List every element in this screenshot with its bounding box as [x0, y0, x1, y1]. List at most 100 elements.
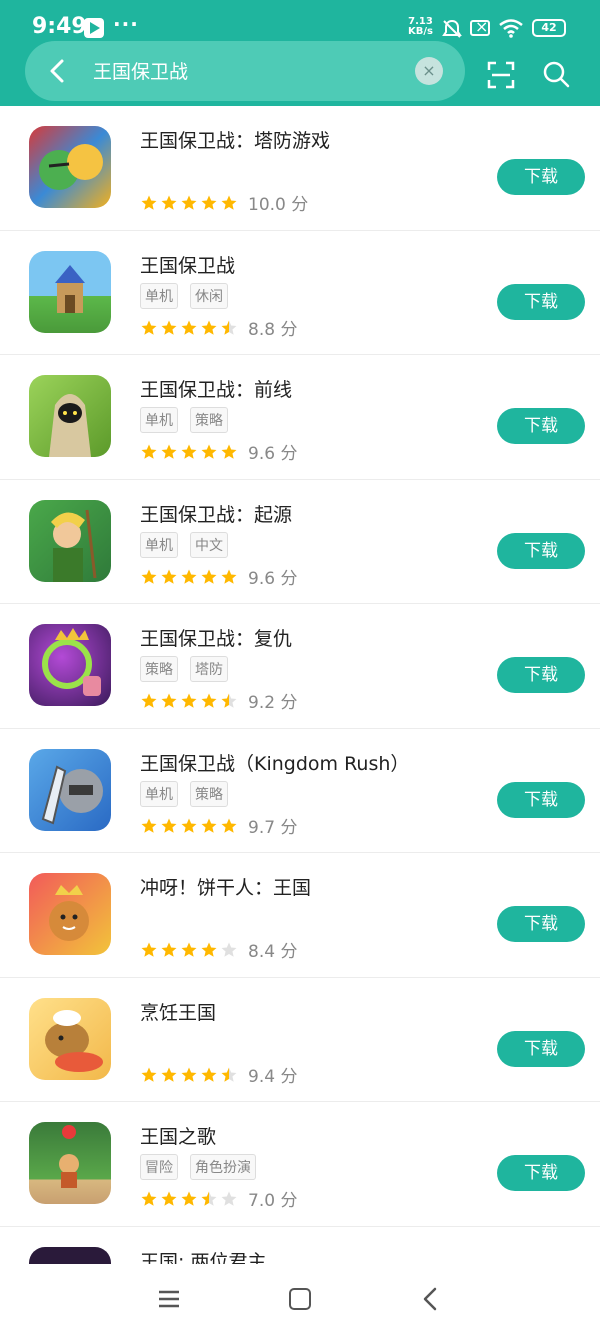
close-icon[interactable]: ×: [415, 57, 443, 85]
star-icon: [161, 818, 177, 833]
star-icon: [161, 1067, 177, 1082]
app-icon: [29, 1122, 111, 1204]
app-icon: [29, 126, 111, 208]
star-icon: [161, 320, 177, 335]
star-icon: [181, 1067, 197, 1082]
star-icon: [181, 693, 197, 708]
search-box[interactable]: 王国保卫战 ×: [25, 41, 465, 101]
search-icon[interactable]: [541, 59, 571, 89]
star-icon: [181, 195, 197, 210]
tag-list: 单机 策略: [140, 780, 240, 807]
star-icon: [201, 569, 217, 584]
star-icon: [201, 320, 217, 335]
star-icon: [221, 569, 237, 584]
tag-list: 单机 策略: [140, 407, 240, 433]
download-button[interactable]: 下载: [497, 1030, 585, 1067]
rating: 9.2 分: [140, 688, 297, 713]
tag: 休闲: [190, 282, 228, 309]
star-icon: [201, 1067, 217, 1082]
status-time: 9:49: [32, 14, 87, 39]
back-icon[interactable]: [421, 1287, 441, 1311]
list-item[interactable]: 王国保卫战（Kingdom Rush） 单机 策略 9.7 分 下载: [0, 729, 600, 853]
rating-score: 9.7 分: [248, 817, 298, 838]
app-icon: [29, 250, 111, 333]
app-icon: [29, 624, 111, 706]
app-title: 王国保卫战（Kingdom Rush）: [140, 752, 410, 775]
download-button[interactable]: 下载: [497, 159, 585, 195]
app-title: 烹饪王国: [140, 1001, 217, 1024]
star-icon: [141, 942, 157, 957]
search-input[interactable]: 王国保卫战: [93, 57, 188, 84]
tag: 单机: [140, 407, 178, 433]
rating-score: 9.2 分: [248, 693, 298, 713]
tag-list: 单机 休闲: [140, 282, 240, 309]
app-title: 王国保卫战：前线: [140, 379, 293, 401]
list-item[interactable]: 烹饪王国 9.4 分 下载: [0, 978, 600, 1102]
play-store-icon: [84, 18, 104, 38]
star-icon: [141, 1191, 157, 1206]
star-icon: [221, 818, 237, 833]
rating-score: 9.4 分: [248, 1066, 298, 1087]
rating-score: 9.6 分: [248, 444, 298, 464]
scan-icon[interactable]: [486, 60, 516, 90]
rating: 9.6 分: [140, 439, 297, 464]
star-icon: [161, 444, 177, 459]
list-item[interactable]: 王国保卫战：起源 单机 中文 9.6 分 下载: [0, 480, 600, 604]
download-button[interactable]: 下载: [497, 781, 585, 818]
star-rating: [140, 1189, 240, 1209]
home-icon[interactable]: [289, 1288, 311, 1310]
download-button[interactable]: 下载: [497, 408, 585, 444]
rating: 8.4 分: [140, 937, 297, 962]
tag-list: 冒险 角色扮演: [140, 1154, 268, 1180]
star-icon: [181, 444, 197, 459]
tag: 冒险: [140, 1154, 178, 1180]
star-rating: [140, 940, 240, 960]
tag: 策略: [190, 780, 228, 807]
rating: 8.8 分: [140, 315, 297, 340]
star-icon: [221, 693, 237, 708]
download-button[interactable]: 下载: [497, 1155, 585, 1191]
star-icon: [161, 1191, 177, 1206]
list-item[interactable]: 王国保卫战 单机 休闲 8.8 分 下载: [0, 231, 600, 355]
back-arrow-icon[interactable]: [43, 56, 73, 86]
tag: 单机: [140, 531, 178, 558]
tag: 策略: [140, 656, 178, 682]
app-title: 王国保卫战：塔防游戏: [140, 130, 331, 152]
rating-score: 8.8 分: [248, 319, 298, 340]
menu-icon[interactable]: [158, 1289, 180, 1309]
app-icon: [29, 499, 111, 582]
tag: 塔防: [190, 656, 228, 682]
list-item[interactable]: 冲呀！饼干人：王国 8.4 分 下载: [0, 853, 600, 978]
app-icon: [29, 748, 111, 831]
status-bar: 9:49 ··· 7.13 KB/s 42: [0, 0, 600, 44]
star-icon: [141, 1067, 157, 1082]
star-icon: [181, 320, 197, 335]
star-icon: [201, 195, 217, 210]
star-icon: [181, 818, 197, 833]
rating-score: 7.0 分: [248, 1191, 298, 1211]
star-icon: [201, 942, 217, 957]
download-button[interactable]: 下载: [497, 906, 585, 942]
app-icon: [29, 873, 111, 955]
star-icon: [221, 1067, 237, 1082]
list-item[interactable]: 王国保卫战：前线 单机 策略 9.6 分 下载: [0, 355, 600, 480]
star-icon: [201, 444, 217, 459]
network-speed-unit: KB/s: [408, 26, 433, 37]
star-icon: [201, 1191, 217, 1206]
search-row: 王国保卫战 ×: [0, 41, 600, 106]
download-button[interactable]: 下载: [497, 657, 585, 693]
rating-score: 9.6 分: [248, 568, 298, 589]
app-title: 王国保卫战: [140, 254, 236, 277]
download-button[interactable]: 下载: [497, 283, 585, 320]
star-icon: [141, 693, 157, 708]
list-item[interactable]: 王国保卫战：复仇 策略 塔防 9.2 分 下载: [0, 604, 600, 729]
download-button[interactable]: 下载: [497, 532, 585, 569]
app-icon: [29, 375, 111, 457]
star-rating: [140, 317, 240, 337]
star-icon: [201, 818, 217, 833]
star-icon: [141, 818, 157, 833]
list-item[interactable]: 王国之歌 冒险 角色扮演 7.0 分 下载: [0, 1102, 600, 1227]
list-item[interactable]: 王国保卫战：塔防游戏 10.0 分 下载: [0, 106, 600, 231]
app-icon: [29, 997, 111, 1080]
star-icon: [141, 320, 157, 335]
